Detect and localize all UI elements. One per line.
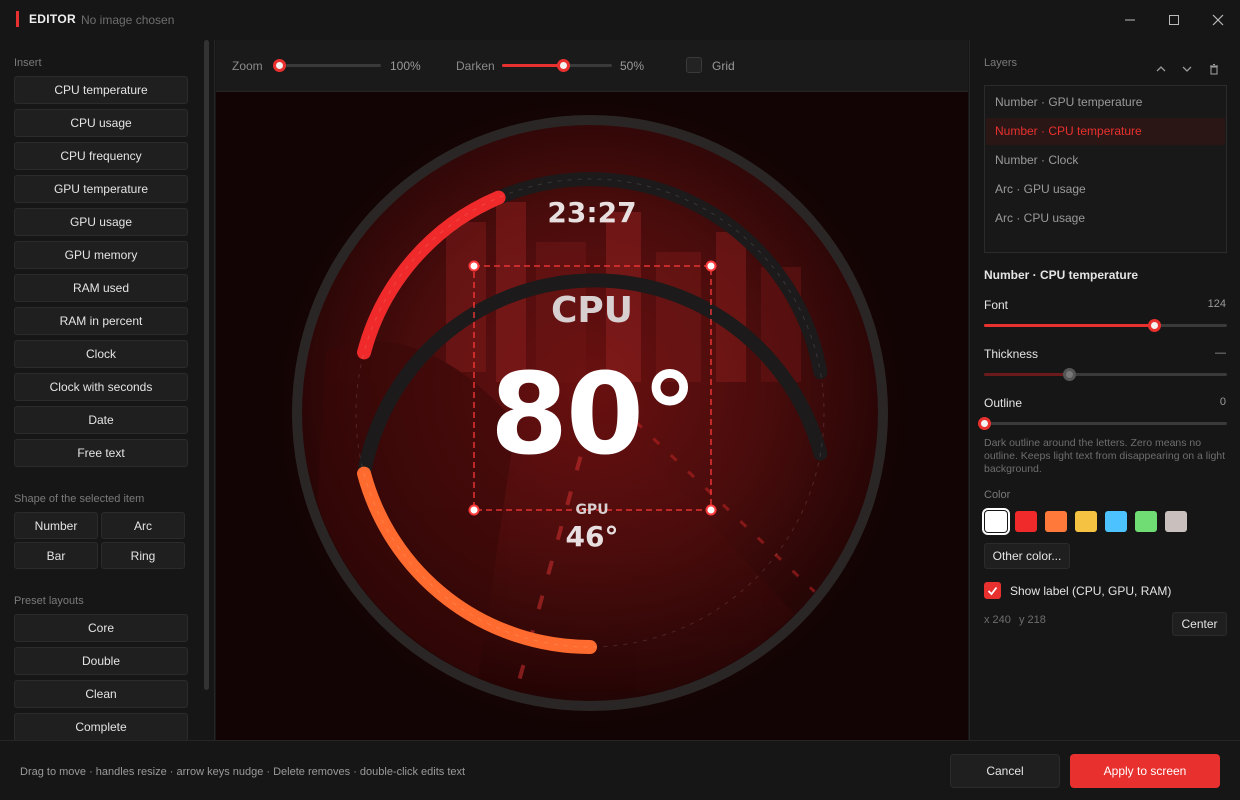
apply-to-screen-button[interactable]: Apply to screen [1070,754,1220,788]
thickness-slider-fill [984,373,1069,376]
gpu-label: GPU [575,502,609,518]
layer-item[interactable]: Number · CPU temperature [986,118,1225,145]
darken-value: 50% [620,59,645,73]
outline-help-text: Dark outline around the letters. Zero me… [984,437,1226,475]
clock-number[interactable]: 23:27 [506,196,678,229]
title-accent [16,11,19,27]
preset-complete-button[interactable]: Complete [14,713,188,740]
maximize-icon[interactable] [1160,8,1188,32]
resize-handle-top-right[interactable] [705,260,717,272]
preset-section-label: Preset layouts [14,595,84,607]
layer-item[interactable]: Arc · CPU usage [986,205,1225,232]
thickness-slider-thumb[interactable] [1063,368,1076,381]
gpu-temperature-number[interactable]: 46° [546,520,638,553]
position-x: x 240 [984,614,1011,626]
editor-canvas[interactable]: 23:27 CPU 80° GPU 46° [216,92,968,740]
cancel-button[interactable]: Cancel [950,754,1060,788]
title-bar: EDITOR No image chosen [0,0,1240,40]
outline-label: Outline [984,396,1023,410]
insert-free-text-button[interactable]: Free text [14,439,188,467]
preset-clean-button[interactable]: Clean [14,680,188,708]
outline-value: 0 [1219,396,1226,408]
cpu-label: CPU [550,290,634,331]
shape-ring-button[interactable]: Ring [101,542,185,569]
darken-slider-fill [502,64,563,67]
insert-cpu-frequency-button[interactable]: CPU frequency [14,142,188,170]
position-y: y 218 [1019,614,1046,626]
layer-list: Number · GPU temperature Number · CPU tem… [984,85,1227,253]
canvas-toolbar: Zoom 100% Darken 50% Grid [216,40,968,92]
footer-bar: Drag to move · handles resize · arrow ke… [0,740,1240,800]
font-slider[interactable] [984,319,1227,332]
darken-slider-thumb[interactable] [557,59,570,72]
outline-slider[interactable] [978,417,1227,430]
layer-item[interactable]: Arc · GPU usage [986,176,1225,203]
zoom-slider[interactable] [273,59,381,72]
insert-date-button[interactable]: Date [14,406,188,434]
preset-core-button[interactable]: Core [14,614,188,642]
insert-gpu-usage-button[interactable]: GPU usage [14,208,188,236]
insert-gpu-memory-button[interactable]: GPU memory [14,241,188,269]
layers-label: Layers [984,57,1018,69]
sidebar-scrollbar[interactable] [204,40,209,690]
font-slider-thumb[interactable] [1148,319,1161,332]
window-title: EDITOR [29,12,76,26]
color-swatch[interactable] [1165,511,1187,532]
font-slider-fill [984,324,1154,327]
insert-clock-button[interactable]: Clock [14,340,188,368]
close-icon[interactable] [1204,8,1232,32]
color-swatch[interactable] [1015,511,1037,532]
insert-ram-in-percent-button[interactable]: RAM in percent [14,307,188,335]
darken-slider[interactable] [502,59,612,72]
move-up-icon[interactable] [1152,60,1170,78]
color-swatch[interactable] [1075,511,1097,532]
properties-heading: Number · CPU temperature [984,268,1139,282]
shape-number-button[interactable]: Number [14,512,98,539]
outline-slider-thumb[interactable] [978,417,991,430]
cpu-temperature-number[interactable]: 80° [478,350,708,480]
resize-handle-bottom-left[interactable] [468,504,480,516]
color-swatch[interactable] [982,508,1010,535]
insert-clock-with-seconds-button[interactable]: Clock with seconds [14,373,188,401]
show-label-text: Show label (CPU, GPU, RAM) [1010,584,1172,598]
darken-label: Darken [456,59,495,73]
move-down-icon[interactable] [1178,60,1196,78]
insert-sidebar: Insert CPU temperature CPU usage CPU frequ… [0,40,215,740]
thickness-label: Thickness [984,347,1039,361]
zoom-value: 100% [390,59,421,73]
layer-item[interactable]: Number · Clock [986,147,1225,174]
insert-section-label: Insert [14,57,42,69]
preset-double-button[interactable]: Double [14,647,188,675]
insert-gpu-temperature-button[interactable]: GPU temperature [14,175,188,203]
image-status: No image chosen [81,13,175,27]
insert-cpu-temperature-button[interactable]: CPU temperature [14,76,188,104]
other-color-button[interactable]: Other color... [984,543,1070,569]
insert-ram-used-button[interactable]: RAM used [14,274,188,302]
font-label: Font [984,298,1009,312]
shape-section-label: Shape of the selected item [14,493,145,505]
zoom-slider-thumb[interactable] [273,59,286,72]
center-button[interactable]: Center [1172,612,1227,636]
color-swatch[interactable] [1135,511,1157,532]
layer-item[interactable]: Number · GPU temperature [986,89,1225,116]
grid-label: Grid [712,59,735,73]
resize-handle-top-left[interactable] [468,260,480,272]
color-label: Color [984,489,1011,501]
trash-icon[interactable] [1205,60,1223,78]
show-label-checkbox[interactable] [984,582,1001,599]
shape-arc-button[interactable]: Arc [101,512,185,539]
insert-cpu-usage-button[interactable]: CPU usage [14,109,188,137]
font-value: 124 [1207,298,1226,310]
minimize-icon[interactable] [1116,8,1144,32]
color-swatch[interactable] [1045,511,1067,532]
zoom-label: Zoom [232,59,263,73]
color-swatch[interactable] [1105,511,1127,532]
shape-bar-button[interactable]: Bar [14,542,98,569]
thickness-slider[interactable] [984,368,1227,381]
properties-panel: Layers Number · GPU temperature Number · … [969,40,1240,740]
keyboard-hint: Drag to move · handles resize · arrow ke… [20,766,466,778]
thickness-value: — [1215,347,1226,359]
resize-handle-bottom-right[interactable] [705,504,717,516]
grid-checkbox[interactable] [686,57,702,73]
